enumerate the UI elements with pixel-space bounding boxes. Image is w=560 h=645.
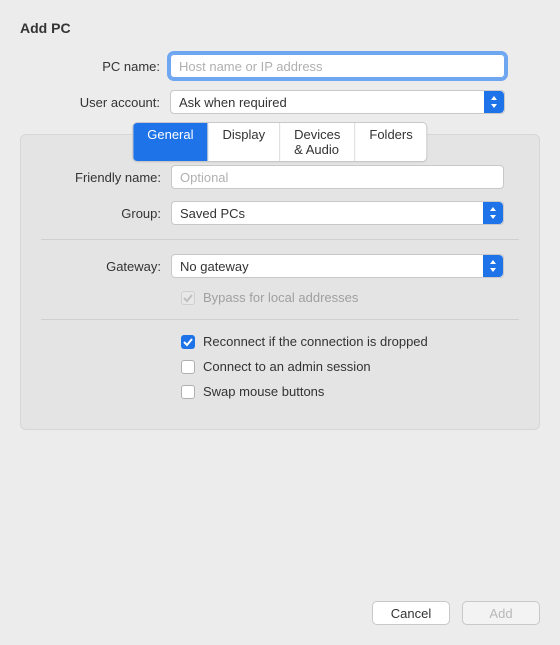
friendly-name-input[interactable] bbox=[171, 165, 504, 189]
tab-folders[interactable]: Folders bbox=[355, 123, 426, 161]
pc-name-input[interactable] bbox=[170, 54, 505, 78]
admin-label: Connect to an admin session bbox=[203, 359, 371, 374]
reconnect-checkbox[interactable] bbox=[181, 335, 195, 349]
tab-general[interactable]: General bbox=[133, 123, 208, 161]
cancel-button[interactable]: Cancel bbox=[372, 601, 450, 625]
swap-mouse-checkbox[interactable] bbox=[181, 385, 195, 399]
divider bbox=[41, 239, 519, 240]
gateway-label: Gateway: bbox=[21, 259, 171, 274]
chevron-updown-icon bbox=[483, 202, 503, 224]
gateway-select[interactable]: No gateway bbox=[171, 254, 504, 278]
gateway-value: No gateway bbox=[180, 259, 249, 274]
settings-panel: General Display Devices & Audio Folders … bbox=[20, 134, 540, 430]
reconnect-label: Reconnect if the connection is dropped bbox=[203, 334, 428, 349]
bypass-checkbox bbox=[181, 291, 195, 305]
swap-mouse-label: Swap mouse buttons bbox=[203, 384, 324, 399]
divider bbox=[41, 319, 519, 320]
user-account-label: User account: bbox=[20, 95, 170, 110]
tab-bar: General Display Devices & Audio Folders bbox=[132, 122, 427, 162]
user-account-value: Ask when required bbox=[179, 95, 287, 110]
group-value: Saved PCs bbox=[180, 206, 245, 221]
group-label: Group: bbox=[21, 206, 171, 221]
chevron-updown-icon bbox=[484, 91, 504, 113]
user-account-select[interactable]: Ask when required bbox=[170, 90, 505, 114]
pc-name-label: PC name: bbox=[20, 59, 170, 74]
chevron-updown-icon bbox=[483, 255, 503, 277]
admin-checkbox[interactable] bbox=[181, 360, 195, 374]
dialog-title: Add PC bbox=[20, 20, 540, 36]
group-select[interactable]: Saved PCs bbox=[171, 201, 504, 225]
tab-devices-audio[interactable]: Devices & Audio bbox=[280, 123, 355, 161]
friendly-name-label: Friendly name: bbox=[21, 170, 171, 185]
bypass-label: Bypass for local addresses bbox=[203, 290, 358, 305]
add-button: Add bbox=[462, 601, 540, 625]
dialog-footer: Cancel Add bbox=[372, 601, 540, 625]
tab-display[interactable]: Display bbox=[209, 123, 281, 161]
